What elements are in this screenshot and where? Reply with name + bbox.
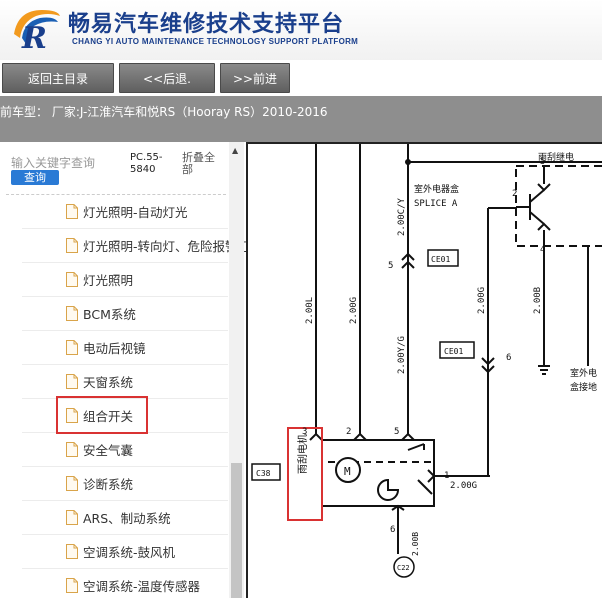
wire-2-00g-a: 2.00G: [349, 297, 359, 324]
tree-item-label: 空调系统-温度传感器: [83, 579, 201, 594]
tree-item[interactable]: BCM系统: [22, 297, 228, 331]
tree-item-label: 天窗系统: [83, 375, 134, 390]
tree-item[interactable]: ARS、制动系统: [22, 501, 228, 535]
collapse-all-button[interactable]: 折叠全部: [182, 152, 222, 176]
document-icon: [66, 272, 78, 287]
wire-2-00g-c: 2.00G: [450, 481, 477, 491]
pin-6-bottom: 6: [390, 525, 395, 535]
tree-item[interactable]: 电动后视镜: [22, 331, 228, 365]
tree-item[interactable]: 诊断系统: [22, 467, 228, 501]
sidebar: 输入关键字查询 查询 PC.55-5840 折叠全部 灯光照明-自动灯光 灯光照明…: [0, 142, 246, 598]
document-icon: [66, 340, 78, 355]
document-icon: [66, 510, 78, 525]
tree-item[interactable]: 灯光照明-转向灯、危险报警灯: [22, 229, 246, 263]
outdoor-ground-label-2: 盒接地: [570, 381, 597, 393]
tree-item-label: 灯光照明: [83, 273, 134, 288]
tree-item-label: 安全气囊: [83, 443, 134, 458]
tree-item[interactable]: 天窗系统: [22, 365, 228, 399]
outdoor-ground-label-1: 室外电: [570, 367, 597, 379]
wire-2-00b-a: 2.00B: [533, 287, 543, 314]
app-subtitle: CHANG YI AUTO MAINTENANCE TECHNOLOGY SUP…: [72, 37, 359, 46]
wire-2-00l: 2.00L: [305, 297, 315, 324]
document-icon: [66, 578, 78, 593]
outdoor-box-label: 室外电器盒: [414, 183, 459, 195]
document-icon: [66, 238, 78, 253]
document-icon: [66, 544, 78, 559]
pin-6: 6: [506, 353, 511, 363]
tree-item[interactable]: 灯光照明: [22, 263, 228, 297]
changyi-logo: R: [14, 10, 60, 52]
tree-item-label: 空调系统-鼓风机: [83, 545, 176, 560]
wire-2-00y-g: 2.00Y/G: [397, 336, 407, 374]
tree-item[interactable]: 空调系统-温度传感器: [22, 569, 228, 598]
tree-item-label: 灯光照明-转向灯、危险报警灯: [83, 239, 246, 254]
search-input[interactable]: 输入关键字查询: [11, 154, 99, 171]
back-button[interactable]: <<后退.: [119, 63, 215, 93]
vehicle-info-bar: 当前车型： 厂家:J-江淮汽车和悦RS（Hooray RS）2010-2016: [0, 96, 602, 142]
tree-item-label: 电动后视镜: [83, 341, 146, 356]
selection-highlight: [56, 396, 148, 434]
pin-1-motor: 1: [444, 471, 449, 481]
document-icon: [66, 442, 78, 457]
model-code: PC.55-5840: [130, 152, 163, 175]
ce01-label-b: CE01: [444, 347, 463, 356]
pin-5-motor: 5: [394, 427, 399, 437]
app-header: R 畅易汽车维修技术支持平台 CHANG YI AUTO MAINTENANCE…: [0, 0, 602, 60]
c22-label: C22: [397, 564, 410, 572]
sidebar-scrollbar[interactable]: ▲: [229, 142, 244, 598]
pin-2-motor: 2: [346, 427, 351, 437]
search-button[interactable]: 查询: [11, 170, 59, 185]
svg-text:R: R: [21, 21, 47, 52]
motor-m-label: M: [344, 465, 351, 478]
document-icon: [66, 374, 78, 389]
ce01-label-a: CE01: [431, 255, 450, 264]
home-button[interactable]: 返回主目录: [2, 63, 114, 93]
app-title: 畅易汽车维修技术支持平台: [68, 12, 345, 37]
tree-item-label: ARS、制动系统: [83, 511, 171, 526]
scroll-thumb[interactable]: [231, 463, 242, 598]
c38-label: C38: [256, 469, 271, 478]
vehicle-info-text: 当前车型： 厂家:J-江淮汽车和悦RS（Hooray RS）2010-2016: [0, 105, 328, 119]
document-icon: [66, 204, 78, 219]
forward-button[interactable]: >>前进: [220, 63, 290, 93]
pin-4-relay: 4: [540, 245, 545, 255]
wiper-motor-label: 雨刮电机: [296, 434, 309, 474]
tree-item[interactable]: 灯光照明-自动灯光: [22, 195, 228, 229]
tree-item[interactable]: 安全气囊: [22, 433, 228, 467]
pin-2-relay: 2: [512, 189, 517, 199]
document-icon: [66, 306, 78, 321]
nav-toolbar: 返回主目录 <<后退. >>前进: [0, 60, 602, 96]
pin-3: 3: [302, 427, 307, 437]
pin-5-left: 5: [388, 261, 393, 271]
wire-2-00b-b: 2.00B: [411, 532, 420, 556]
wire-2-00g-b: 2.00G: [477, 287, 487, 314]
scroll-up-icon[interactable]: ▲: [232, 146, 238, 155]
tree-item-label: 诊断系统: [83, 477, 134, 492]
document-icon: [66, 476, 78, 491]
tree-item-label: 灯光照明-自动灯光: [83, 205, 188, 220]
pin-5-top: 5: [540, 157, 545, 167]
tree-item[interactable]: 空调系统-鼓风机: [22, 535, 228, 569]
tree-item-label: BCM系统: [83, 307, 136, 322]
wiring-diagram-svg: 雨刮继电 室外电器盒 SPLICE A CE01 CE01 室外电 盒接地 C3…: [251, 144, 602, 578]
splice-label: SPLICE A: [414, 199, 458, 209]
wiring-diagram[interactable]: 雨刮继电 室外电器盒 SPLICE A CE01 CE01 室外电 盒接地 C3…: [246, 142, 602, 598]
wire-2-00c-y: 2.00C/Y: [397, 197, 407, 236]
